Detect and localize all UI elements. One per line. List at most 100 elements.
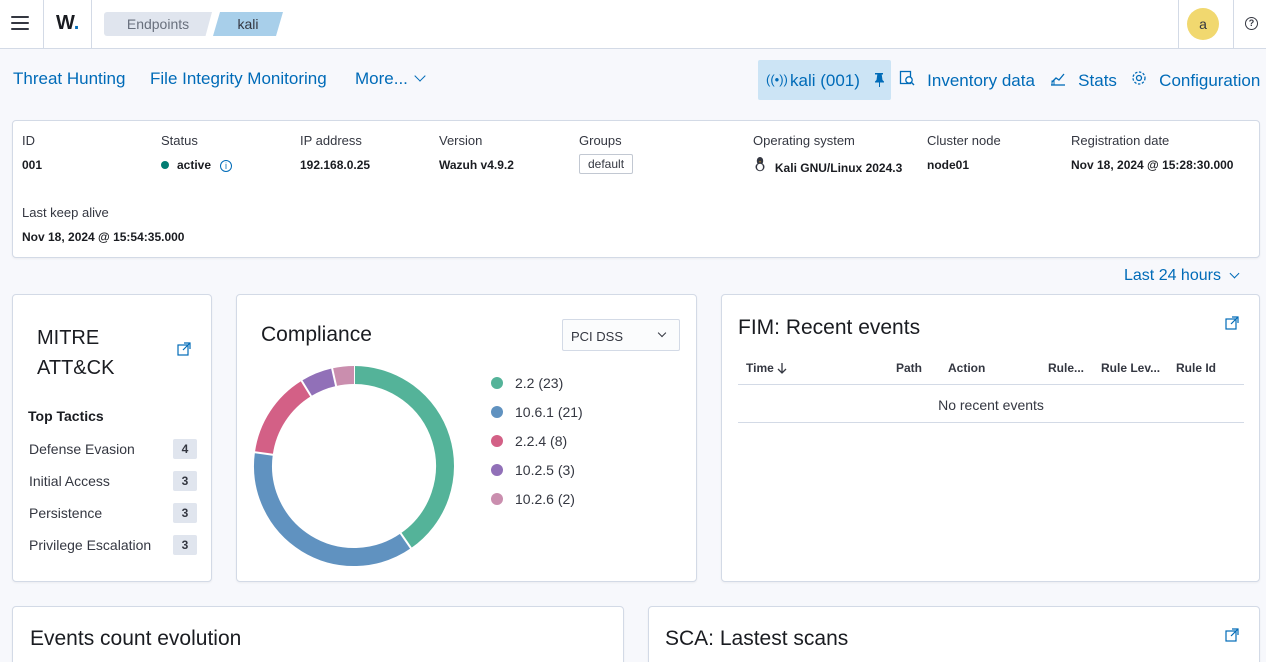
legend-label: 10.2.6 (2) [515, 491, 575, 507]
inventory-icon [899, 70, 919, 90]
os-value: Kali GNU/Linux 2024.3 [774, 161, 903, 175]
version-value: Wazuh v4.9.2 [439, 158, 514, 172]
user-avatar[interactable]: a [1187, 8, 1219, 40]
ip-label: IP address [300, 133, 362, 148]
registration-label: Registration date [1071, 133, 1170, 148]
field-keepalive: Last keep alive Nov 18, 2024 @ 15:54:35.… [22, 205, 184, 244]
divider [43, 0, 44, 48]
group-badge[interactable]: default [579, 154, 634, 174]
tactic-count: 4 [173, 439, 197, 459]
donut-slice-10.2.5[interactable] [301, 368, 337, 397]
field-groups: Groups default [579, 133, 634, 174]
external-link-icon[interactable] [177, 342, 191, 356]
gear-icon [1131, 71, 1151, 90]
fim-title: FIM: Recent events [738, 316, 921, 339]
sca-title: SCA: Lastest scans [665, 627, 849, 650]
id-value: 001 [22, 158, 43, 172]
agent-info-panel: ID 001 Status active i IP address 192.168… [12, 120, 1260, 258]
donut-slice-2.2.4[interactable] [254, 380, 312, 456]
stats-link[interactable]: Stats [1050, 70, 1117, 91]
tactic-name: Persistence [29, 505, 103, 521]
legend-swatch [491, 464, 503, 476]
legend-label: 2.2.4 (8) [515, 433, 568, 449]
registration-value: Nov 18, 2024 @ 15:28:30.000 [1071, 158, 1234, 172]
tactic-item[interactable]: Defense Evasion 4 [29, 439, 197, 459]
compliance-donut-chart[interactable] [249, 361, 459, 571]
column-rule-id[interactable]: Rule Id [1176, 361, 1216, 375]
tactic-item[interactable]: Persistence 3 [29, 503, 197, 523]
cluster-value: node01 [927, 158, 970, 172]
cluster-label: Cluster node [927, 133, 1001, 148]
column-path[interactable]: Path [896, 361, 922, 375]
tactic-name: Privilege Escalation [29, 537, 152, 553]
tab-fim[interactable]: File Integrity Monitoring [150, 69, 327, 89]
chevron-down-icon [1229, 268, 1240, 279]
external-link-icon[interactable] [1225, 316, 1239, 330]
donut-slice-10.2.6[interactable] [332, 366, 355, 387]
events-count-panel: Events count evolution [12, 606, 624, 662]
column-rule[interactable]: Rule... [1048, 361, 1084, 375]
field-os: Operating system Kali GNU/Linux 2024.3 [753, 133, 902, 175]
tactic-count: 3 [173, 535, 197, 555]
divider [91, 0, 92, 48]
help-icon[interactable]: ? [1245, 17, 1258, 30]
configuration-label: Configuration [1159, 71, 1261, 90]
info-icon[interactable]: i [220, 160, 233, 172]
version-label: Version [439, 133, 483, 148]
column-rule-level[interactable]: Rule Lev... [1101, 361, 1160, 375]
wazuh-logo[interactable]: W. [56, 12, 79, 35]
chevron-down-icon [657, 328, 667, 338]
legend-swatch [491, 406, 503, 418]
configuration-link[interactable]: Configuration [1131, 70, 1260, 91]
more-menu-button[interactable]: More... [355, 69, 426, 89]
field-ip: IP address 192.168.0.25 [300, 133, 370, 172]
divider [738, 384, 1244, 385]
external-link-icon[interactable] [1225, 628, 1239, 642]
breadcrumb-agent[interactable]: kali [213, 12, 283, 36]
donut-slice-2.2[interactable] [353, 366, 454, 549]
column-action[interactable]: Action [948, 361, 985, 375]
legend-swatch [491, 377, 503, 389]
groups-label: Groups [579, 133, 622, 148]
field-id: ID 001 [22, 133, 42, 172]
field-cluster: Cluster node node01 [927, 133, 1001, 172]
top-tactics-heading: Top Tactics [28, 408, 104, 424]
more-label: More... [355, 69, 408, 88]
tactic-count: 3 [173, 503, 197, 523]
inventory-label: Inventory data [927, 71, 1035, 90]
divider [1178, 0, 1179, 48]
legend-swatch [491, 493, 503, 505]
compliance-panel: Compliance PCI DSS 2.2 (23) 10.6.1 (21) 2.… [236, 294, 697, 582]
agent-selector-button[interactable]: ((•)) kali (001) [758, 60, 891, 100]
events-title: Events count evolution [30, 627, 242, 650]
sca-panel: SCA: Lastest scans [648, 606, 1260, 662]
column-time[interactable]: Time [746, 361, 787, 375]
id-label: ID [22, 133, 35, 148]
keepalive-value: Nov 18, 2024 @ 15:54:35.000 [22, 230, 185, 244]
time-range-picker[interactable]: Last 24 hours [1124, 267, 1240, 285]
status-label: Status [161, 133, 198, 148]
mitre-title: MITRE ATT&CK [37, 327, 115, 379]
inventory-data-link[interactable]: Inventory data [899, 70, 1035, 91]
menu-icon[interactable] [11, 16, 29, 30]
tactic-item[interactable]: Privilege Escalation 3 [29, 535, 197, 555]
column-label: Time [746, 361, 774, 375]
tactic-name: Defense Evasion [29, 441, 135, 457]
keepalive-label: Last keep alive [22, 205, 109, 220]
sort-arrow-icon [777, 361, 787, 375]
tab-threat-hunting[interactable]: Threat Hunting [13, 69, 125, 89]
tactic-item[interactable]: Initial Access 3 [29, 471, 197, 491]
signal-icon: ((•)) [766, 72, 788, 87]
field-status: Status active i [161, 133, 233, 172]
donut-slice-10.6.1[interactable] [254, 452, 411, 566]
tactic-count: 3 [173, 471, 197, 491]
compliance-title: Compliance [261, 323, 372, 346]
stats-icon [1050, 73, 1070, 90]
field-version: Version Wazuh v4.9.2 [439, 133, 514, 172]
stats-label: Stats [1078, 71, 1117, 90]
breadcrumb-endpoints[interactable]: Endpoints [104, 12, 212, 36]
compliance-standard-select[interactable]: PCI DSS [562, 319, 680, 351]
divider [1233, 0, 1234, 48]
pin-icon[interactable] [874, 72, 884, 90]
legend-swatch [491, 435, 503, 447]
